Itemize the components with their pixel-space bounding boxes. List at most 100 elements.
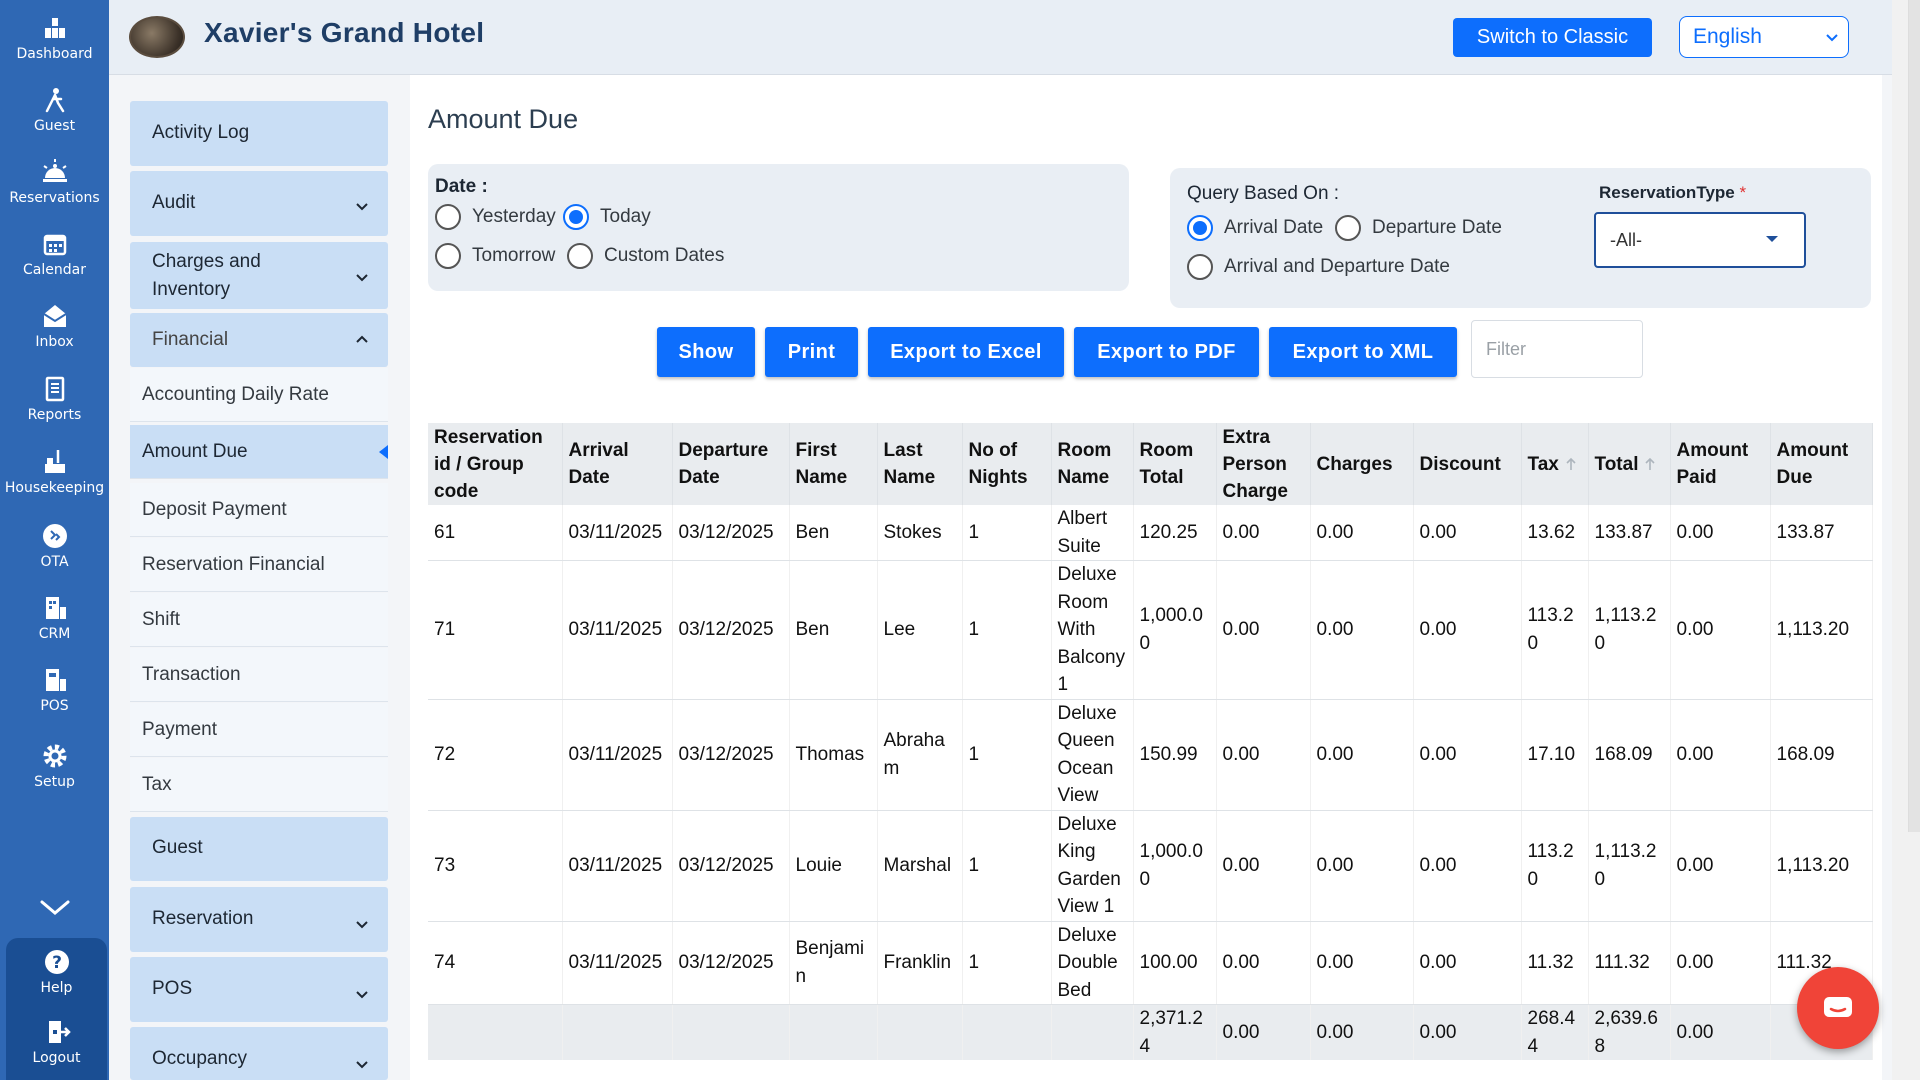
- column-header-text: No of: [968, 440, 1018, 461]
- sidebar-item-charges-inventory[interactable]: Charges and Inventory: [130, 242, 388, 309]
- sidebar-item-accounting-daily-rate[interactable]: Accounting Daily Rate: [130, 368, 388, 422]
- show-button[interactable]: Show: [657, 327, 755, 377]
- totals-cell-empty: [962, 1004, 1052, 1060]
- column-header-text: Total: [1139, 467, 1184, 488]
- column-header-no-of-nights[interactable]: No of Nights: [962, 423, 1052, 505]
- sort-arrow-icon[interactable]: [1644, 457, 1656, 471]
- radio-tomorrow[interactable]: Tomorrow: [435, 243, 555, 269]
- column-header-arrival-date[interactable]: Arrival Date: [562, 423, 673, 505]
- rail-housekeeping[interactable]: Housekeeping: [0, 448, 109, 512]
- rail-ota[interactable]: OTA: [0, 522, 109, 586]
- filter-input[interactable]: [1471, 320, 1643, 378]
- sidebar-item-activity-log[interactable]: Activity Log: [130, 101, 388, 166]
- table-row[interactable]: 73 03/11/2025 03/12/2025 Louie Marshal 1 Delux…: [428, 810, 1873, 922]
- sidebar-item-guest[interactable]: Guest: [130, 817, 388, 881]
- reservation-type-select[interactable]: -All-: [1594, 212, 1806, 268]
- cell-id: 71: [428, 560, 563, 700]
- sidebar-item-audit[interactable]: Audit: [130, 171, 388, 236]
- rail-setup[interactable]: Setup: [0, 742, 109, 788]
- rail-label: CRM: [38, 626, 71, 642]
- column-header-extra-person-charge[interactable]: Extra Person Charge: [1216, 423, 1311, 505]
- cell-due: 1,113.20: [1770, 810, 1873, 922]
- table-row[interactable]: 72 03/11/2025 03/12/2025 Thomas Abraham 1 Delu…: [428, 699, 1873, 811]
- rail-dashboard[interactable]: Dashboard: [0, 14, 109, 78]
- room-name-line: Double: [1057, 952, 1118, 973]
- radio-label: Arrival Date: [1224, 217, 1324, 238]
- column-header-tax[interactable]: Tax: [1521, 423, 1589, 505]
- scrollbar-thumb[interactable]: [1908, 0, 1920, 832]
- sort-arrow-icon[interactable]: [1565, 457, 1577, 471]
- rail-inbox[interactable]: Inbox: [0, 302, 109, 366]
- column-header-room-total[interactable]: Room Total: [1133, 423, 1217, 505]
- table-row[interactable]: 71 03/11/2025 03/12/2025 Ben Lee 1 Deluxe Room W…: [428, 560, 1873, 700]
- rail-pos[interactable]: POS: [0, 666, 109, 730]
- sidebar-item-reservation[interactable]: Reservation: [130, 887, 388, 952]
- sidebar-item-amount-due[interactable]: Amount Due: [130, 425, 388, 479]
- rail-crm[interactable]: CRM: [0, 594, 109, 658]
- column-header-amount-paid[interactable]: Amount Paid: [1670, 423, 1771, 505]
- rail-calendar[interactable]: Calendar: [0, 230, 109, 294]
- chevron-down-icon[interactable]: [38, 896, 72, 920]
- room-name-line: View: [1057, 785, 1099, 806]
- cell-paid: 0.00: [1670, 699, 1771, 811]
- totals-cell-empty: [672, 1004, 790, 1060]
- sidebar-item-payment[interactable]: Payment: [130, 703, 388, 757]
- sidebar-item-label: Audit: [152, 192, 196, 213]
- radio-today[interactable]: Today: [563, 204, 651, 230]
- sidebar-item-reservation-financial[interactable]: Reservation Financial: [130, 538, 388, 592]
- export-excel-button[interactable]: Export to Excel: [868, 327, 1064, 377]
- sidebar-item-shift[interactable]: Shift: [130, 593, 388, 647]
- cell-departure: 03/12/2025: [672, 810, 790, 922]
- chat-button[interactable]: [1797, 967, 1879, 1049]
- sidebar-item-occupancy[interactable]: Occupancy: [130, 1027, 388, 1080]
- print-button[interactable]: Print: [765, 327, 858, 377]
- radio-label: Yesterday: [472, 206, 556, 227]
- language-select[interactable]: English: [1679, 16, 1849, 58]
- rail-guest[interactable]: Guest: [0, 86, 109, 150]
- radio-circle: [435, 204, 461, 230]
- cell-departure: 03/12/2025: [672, 921, 790, 1005]
- query-label: Query Based On :: [1187, 183, 1340, 204]
- radio-yesterday[interactable]: Yesterday: [435, 204, 556, 230]
- column-header-departure-date[interactable]: Departure Date: [672, 423, 790, 505]
- export-pdf-button[interactable]: Export to PDF: [1074, 327, 1259, 377]
- column-header-last-name[interactable]: Last Name: [877, 423, 963, 505]
- cell-room-total: 150.99: [1133, 699, 1217, 811]
- rail-reservations[interactable]: Reservations: [0, 158, 109, 222]
- export-xml-button[interactable]: Export to XML: [1269, 327, 1457, 377]
- table-row[interactable]: 61 03/11/2025 03/12/2025 Ben Stokes 1 Albert Su…: [428, 505, 1873, 561]
- column-header-discount[interactable]: Discount: [1413, 423, 1522, 505]
- column-header-charges[interactable]: Charges: [1310, 423, 1414, 505]
- rail-label: Setup: [34, 774, 75, 788]
- table-row[interactable]: 74 03/11/2025 03/12/2025 Benjamin Franklin 1 D…: [428, 921, 1873, 1005]
- radio-departure-date[interactable]: Departure Date: [1335, 215, 1502, 241]
- column-header-room-name[interactable]: Room Name: [1051, 423, 1134, 505]
- room-name-line: Deluxe: [1057, 813, 1117, 835]
- column-header-amount-due[interactable]: Amount Due: [1770, 423, 1873, 505]
- housekeeping-icon: [44, 450, 65, 473]
- cell-total: 133.87: [1588, 505, 1671, 561]
- sidebar-item-transaction[interactable]: Transaction: [130, 648, 388, 702]
- cell-discount: 0.00: [1413, 560, 1522, 700]
- switch-to-classic-button[interactable]: Switch to Classic: [1453, 18, 1652, 57]
- cell-first: Ben: [789, 560, 878, 700]
- radio-arrival-date[interactable]: Arrival Date: [1187, 215, 1323, 241]
- table-totals-row: 2,371.24 0.00 0.00 0.00 268.44 2,639.68 …: [428, 1004, 1873, 1060]
- radio-arrival-and-departure-date[interactable]: Arrival and Departure Date: [1187, 254, 1450, 280]
- sidebar-item-deposit-payment[interactable]: Deposit Payment: [130, 483, 388, 537]
- sidebar-item-pos[interactable]: POS: [130, 957, 388, 1022]
- column-header-reservation-id[interactable]: Reservation id / Group code: [428, 423, 563, 505]
- radio-custom-dates[interactable]: Custom Dates: [567, 243, 724, 269]
- column-header-total[interactable]: Total: [1588, 423, 1671, 505]
- sidebar-item-financial[interactable]: Financial: [130, 313, 388, 367]
- rail-logout[interactable]: Logout: [6, 1018, 107, 1080]
- column-header-first-name[interactable]: First Name: [789, 423, 878, 505]
- reports-icon: [45, 376, 64, 402]
- cell-room: Deluxe Queen Ocean View: [1051, 699, 1134, 811]
- rail-reports[interactable]: Reports: [0, 375, 109, 439]
- sidebar-item-label: Charges and: [152, 251, 261, 272]
- cell-room: Deluxe King Garden View 1: [1051, 810, 1134, 922]
- sidebar-item-tax[interactable]: Tax: [130, 758, 388, 812]
- rail-help[interactable]: ? Help: [6, 948, 107, 1012]
- cell-discount: 0.00: [1413, 810, 1522, 922]
